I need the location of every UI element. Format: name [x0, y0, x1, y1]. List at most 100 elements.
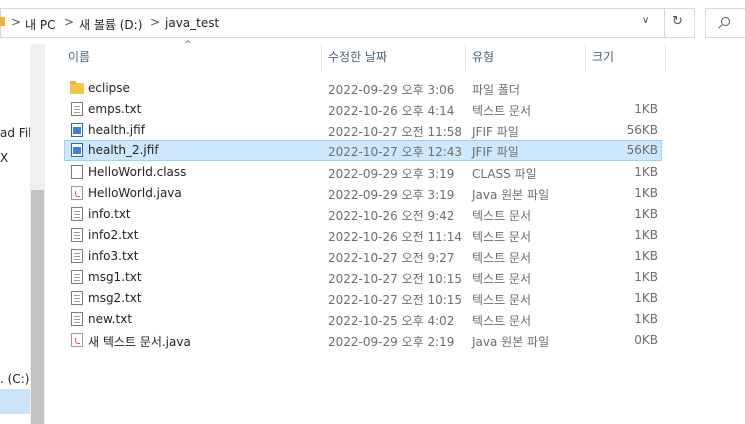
java-file-icon [71, 333, 83, 347]
text-file-icon [71, 291, 83, 305]
file-size: 1KB [634, 102, 658, 116]
search-box[interactable] [705, 8, 745, 38]
file-name: HelloWorld.java [88, 186, 182, 200]
breadcrumb-volume-d[interactable]: 새 볼륨 (D:) [79, 16, 142, 33]
file-type: 텍스트 문서 [472, 251, 532, 265]
file-name: info3.txt [88, 249, 139, 263]
file-size: 1KB [634, 249, 658, 263]
nav-scrollbar-thumb[interactable] [31, 190, 44, 424]
file-date: 2022-09-29 오후 3:19 [328, 167, 455, 181]
file-type: 텍스트 문서 [472, 293, 532, 307]
file-name: 새 텍스트 문서.java [88, 335, 191, 349]
file-type: Java 원본 파일 [472, 188, 550, 202]
breadcrumb-this-pc[interactable]: 내 PC [25, 16, 55, 33]
text-file-icon [71, 207, 83, 221]
file-date: 2022-10-26 오전 9:42 [328, 209, 455, 223]
chevron-right-icon[interactable]: > [64, 15, 74, 29]
file-type: CLASS 파일 [472, 167, 537, 181]
file-type: JFIF 파일 [472, 125, 519, 139]
file-type: 텍스트 문서 [472, 209, 532, 223]
chevron-right-icon: > [11, 15, 22, 29]
file-name: HelloWorld.class [88, 165, 187, 179]
file-size: 1KB [634, 312, 658, 326]
file-type: 텍스트 문서 [472, 230, 532, 244]
file-size: 1KB [634, 186, 658, 200]
nav-item-drive-c[interactable]: . (C:) [0, 372, 29, 386]
file-row[interactable]: HelloWorld.java 2022-09-29 오후 3:19 Java … [64, 183, 662, 204]
image-file-icon [71, 123, 83, 137]
file-row[interactable]: emps.txt 2022-10-26 오후 4:14 텍스트 문서 1KB [64, 99, 662, 120]
refresh-icon[interactable]: ↻ [672, 14, 683, 29]
nav-item-selected[interactable] [0, 389, 30, 414]
column-header-type[interactable]: 유형 [472, 48, 494, 65]
file-type: 텍스트 문서 [472, 272, 532, 286]
column-divider[interactable] [665, 44, 666, 72]
file-date: 2022-10-27 오전 10:15 [328, 272, 463, 286]
column-divider[interactable] [465, 44, 466, 72]
search-icon [721, 17, 730, 26]
file-size: 1KB [634, 228, 658, 242]
file-row[interactable]: info.txt 2022-10-26 오전 9:42 텍스트 문서 1KB [64, 204, 662, 225]
file-type: Java 원본 파일 [472, 335, 550, 349]
file-size: 0KB [634, 333, 658, 347]
blank-file-icon [71, 165, 83, 179]
file-size: 1KB [634, 207, 658, 221]
file-date: 2022-10-27 오후 12:43 [328, 145, 463, 159]
file-row[interactable]: msg1.txt 2022-10-27 오전 10:15 텍스트 문서 1KB [64, 267, 662, 288]
file-name: info2.txt [88, 228, 139, 242]
chevron-right-icon[interactable]: > [150, 15, 160, 29]
folder-icon [70, 81, 84, 94]
file-date: 2022-10-27 오전 10:15 [328, 293, 463, 307]
column-header-size[interactable]: 크기 [592, 48, 614, 65]
file-type: JFIF 파일 [472, 145, 519, 159]
address-bar[interactable]: > 내 PC > 새 볼륨 (D:) > java_test ∨ ↻ [0, 8, 695, 38]
file-row[interactable]: new.txt 2022-10-25 오후 4:02 텍스트 문서 1KB [64, 309, 662, 330]
file-row[interactable]: health.jfif 2022-10-27 오전 11:58 JFIF 파일 … [64, 120, 662, 141]
text-file-icon [71, 312, 83, 326]
column-divider[interactable] [321, 44, 322, 72]
text-file-icon [71, 270, 83, 284]
file-date: 2022-10-27 오전 11:58 [328, 125, 463, 139]
file-size: 1KB [634, 270, 658, 284]
navigation-pane: ad File X . (C:) [0, 44, 39, 424]
file-row-selected[interactable]: health_2.jfif 2022-10-27 오후 12:43 JFIF 파… [64, 140, 662, 161]
file-type: 텍스트 문서 [472, 314, 532, 328]
file-name: emps.txt [88, 102, 142, 116]
file-row[interactable]: eclipse 2022-09-29 오후 3:06 파일 폴더 [64, 78, 662, 99]
file-size: 56KB [626, 123, 658, 137]
file-size: 1KB [634, 291, 658, 305]
text-file-icon [71, 228, 83, 242]
sort-ascending-icon: ^ [184, 40, 192, 50]
file-size: 56KB [626, 143, 658, 157]
folder-icon [0, 17, 5, 26]
file-row[interactable]: 새 텍스트 문서.java 2022-09-29 오후 2:19 Java 원본… [64, 330, 662, 351]
nav-item-x[interactable]: X [0, 151, 8, 165]
column-header-date[interactable]: 수정한 날짜 [328, 48, 387, 65]
file-row[interactable]: msg2.txt 2022-10-27 오전 10:15 텍스트 문서 1KB [64, 288, 662, 309]
file-row[interactable]: HelloWorld.class 2022-09-29 오후 3:19 CLAS… [64, 162, 662, 183]
file-date: 2022-10-27 오전 9:27 [328, 251, 455, 265]
file-date: 2022-10-25 오후 4:02 [328, 314, 455, 328]
breadcrumb-java-test[interactable]: java_test [165, 16, 219, 30]
file-name: health.jfif [88, 123, 145, 137]
file-date: 2022-10-26 오전 11:14 [328, 230, 463, 244]
file-date: 2022-09-29 오후 3:06 [328, 83, 455, 97]
file-row[interactable]: info3.txt 2022-10-27 오전 9:27 텍스트 문서 1KB [64, 246, 662, 267]
chevron-down-icon[interactable]: ∨ [642, 15, 649, 26]
file-name: new.txt [88, 312, 133, 326]
file-name: msg1.txt [88, 270, 142, 284]
column-header-name[interactable]: 이름 [68, 48, 90, 65]
address-divider [664, 9, 665, 37]
file-date: 2022-09-29 오후 2:19 [328, 335, 455, 349]
text-file-icon [71, 249, 83, 263]
file-size: 1KB [634, 165, 658, 179]
file-date: 2022-10-26 오후 4:14 [328, 104, 455, 118]
file-name: eclipse [88, 81, 130, 95]
column-divider[interactable] [585, 44, 586, 72]
file-name: health_2.jfif [88, 143, 159, 157]
file-date: 2022-09-29 오후 3:19 [328, 188, 455, 202]
file-name: msg2.txt [88, 291, 142, 305]
image-file-icon [71, 143, 83, 157]
file-row[interactable]: info2.txt 2022-10-26 오전 11:14 텍스트 문서 1KB [64, 225, 662, 246]
text-file-icon [71, 102, 83, 116]
